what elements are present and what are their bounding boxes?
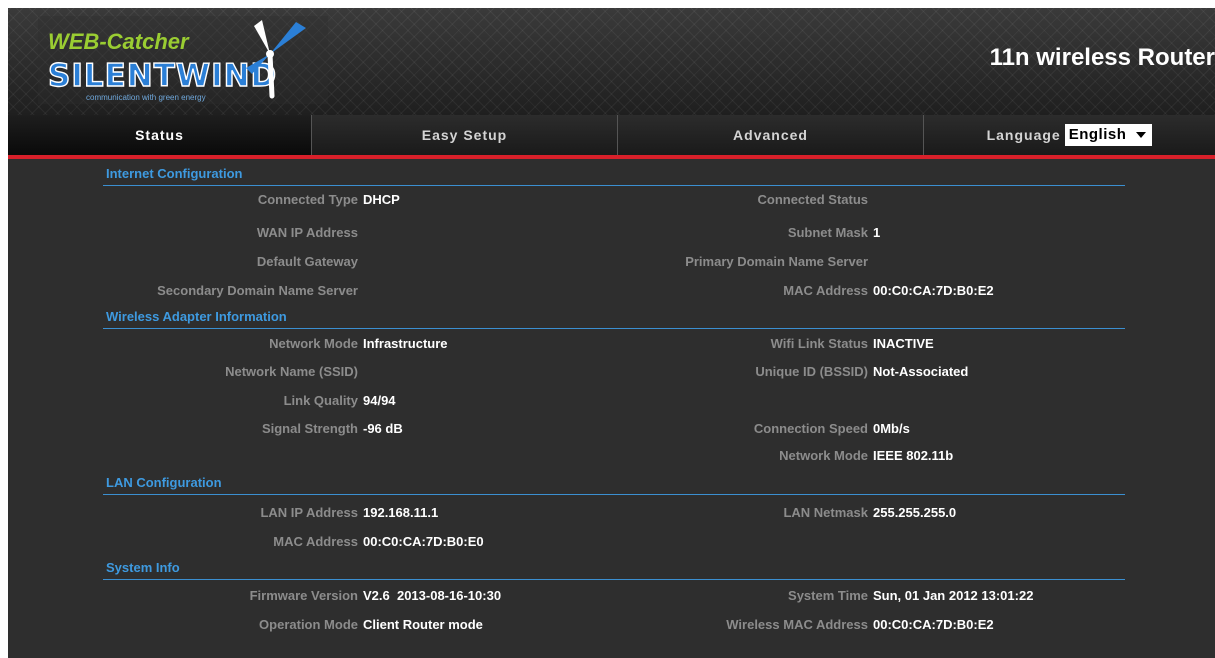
chevron-down-icon bbox=[1136, 132, 1147, 138]
label-network-mode: Network Mode bbox=[269, 336, 358, 351]
label-lan-netmask: LAN Netmask bbox=[783, 505, 868, 520]
label-network-mode-std: Network Mode bbox=[779, 448, 868, 463]
value-bssid: Not-Associated bbox=[873, 364, 969, 379]
language-selector: Language English bbox=[924, 115, 1215, 155]
router-title: 11n wireless Router bbox=[989, 44, 1215, 71]
value-system-time: Sun, 01 Jan 2012 13:01:22 bbox=[873, 588, 1034, 603]
section-header-wireless: Wireless Adapter Information bbox=[103, 306, 1125, 329]
label-connected-type: Connected Type bbox=[257, 192, 358, 207]
value-link-quality: 94/94 bbox=[363, 393, 396, 408]
row-firmware: Firmware Version V2.6 2013-08-16-10:30 S… bbox=[8, 588, 1215, 608]
label-connection-speed: Connection Speed bbox=[753, 421, 868, 436]
row-default-gateway: Default Gateway Primary Domain Name Serv… bbox=[8, 254, 1215, 274]
value-operation-mode: Client Router mode bbox=[363, 617, 483, 632]
logo-brand-main: SILENTWIND bbox=[48, 58, 277, 94]
section-title-lan: LAN Configuration bbox=[106, 475, 222, 490]
section-header-internet: Internet Configuration bbox=[103, 163, 1125, 186]
row-connected-type: Connected Type DHCP Connected Status bbox=[8, 192, 1215, 212]
section-header-system: System Info bbox=[103, 557, 1125, 580]
row-lan-ip: LAN IP Address 192.168.11.1 LAN Netmask … bbox=[8, 505, 1215, 525]
language-dropdown[interactable]: English bbox=[1064, 124, 1153, 146]
label-subnet-mask: Subnet Mask bbox=[787, 225, 868, 240]
value-subnet-mask: 1 bbox=[873, 225, 881, 240]
label-lan-mac: MAC Address bbox=[273, 534, 358, 549]
label-system-time: System Time bbox=[788, 588, 868, 603]
value-lan-netmask: 255.255.255.0 bbox=[873, 505, 957, 520]
value-wireless-mac: 00:C0:CA:7D:B0:E2 bbox=[873, 617, 994, 632]
label-wireless-mac: Wireless MAC Address bbox=[726, 617, 868, 632]
label-signal-strength: Signal Strength bbox=[261, 421, 358, 436]
section-title-internet: Internet Configuration bbox=[106, 166, 243, 181]
value-lan-ip: 192.168.11.1 bbox=[363, 505, 439, 520]
value-network-mode: Infrastructure bbox=[363, 336, 448, 351]
header: WEB-Catcher SILENTWIND communication wit… bbox=[8, 8, 1215, 115]
label-mac-address-wan: MAC Address bbox=[783, 283, 868, 298]
language-label: Language bbox=[986, 127, 1061, 143]
tab-advanced[interactable]: Advanced bbox=[618, 115, 924, 155]
value-connection-speed: 0Mb/s bbox=[873, 421, 910, 436]
section-title-system: System Info bbox=[106, 560, 180, 575]
main-nav: Status Easy Setup Advanced Language Engl… bbox=[8, 115, 1215, 159]
value-wifi-link-status: INACTIVE bbox=[873, 336, 934, 351]
section-title-wireless: Wireless Adapter Information bbox=[106, 309, 287, 324]
logo-brand-top: WEB-Catcher bbox=[48, 29, 190, 54]
value-connected-type: DHCP bbox=[363, 192, 400, 207]
label-connected-status: Connected Status bbox=[757, 192, 868, 207]
logo-tagline: communication with green energy bbox=[86, 93, 206, 102]
router-admin-page: WEB-Catcher SILENTWIND communication wit… bbox=[8, 8, 1215, 658]
section-header-lan: LAN Configuration bbox=[103, 472, 1125, 495]
row-network-mode: Network Mode Infrastructure Wifi Link St… bbox=[8, 336, 1215, 356]
row-wan-ip: WAN IP Address Subnet Mask 1 bbox=[8, 225, 1215, 245]
label-lan-ip: LAN IP Address bbox=[260, 505, 358, 520]
tab-easy-setup[interactable]: Easy Setup bbox=[312, 115, 618, 155]
row-ssid: Network Name (SSID) Unique ID (BSSID) No… bbox=[8, 364, 1215, 384]
row-secondary-dns: Secondary Domain Name Server MAC Address… bbox=[8, 283, 1215, 303]
language-selected-value: English bbox=[1068, 126, 1127, 143]
value-firmware: V2.6 2013-08-16-10:30 bbox=[363, 588, 502, 603]
row-operation-mode: Operation Mode Client Router mode Wirele… bbox=[8, 617, 1215, 637]
label-primary-dns: Primary Domain Name Server bbox=[685, 254, 868, 269]
label-bssid: Unique ID (BSSID) bbox=[755, 364, 868, 379]
row-lan-mac: MAC Address 00:C0:CA:7D:B0:E0 bbox=[8, 534, 1215, 554]
label-firmware: Firmware Version bbox=[249, 588, 358, 603]
value-lan-mac: 00:C0:CA:7D:B0:E0 bbox=[363, 534, 484, 549]
label-wifi-link-status: Wifi Link Status bbox=[770, 336, 868, 351]
row-signal-strength: Signal Strength -96 dB Connection Speed … bbox=[8, 421, 1215, 441]
label-secondary-dns: Secondary Domain Name Server bbox=[157, 283, 358, 298]
tab-status[interactable]: Status bbox=[8, 115, 312, 155]
value-network-mode-std: IEEE 802.11b bbox=[873, 448, 954, 463]
label-link-quality: Link Quality bbox=[283, 393, 358, 408]
label-operation-mode: Operation Mode bbox=[259, 617, 358, 632]
silentwind-logo: WEB-Catcher SILENTWIND communication wit… bbox=[38, 16, 328, 104]
row-network-mode-std: Network Mode IEEE 802.11b bbox=[8, 448, 1215, 468]
row-link-quality: Link Quality 94/94 bbox=[8, 393, 1215, 413]
value-mac-address-wan: 00:C0:CA:7D:B0:E2 bbox=[873, 283, 994, 298]
label-wan-ip: WAN IP Address bbox=[256, 225, 358, 240]
status-content: Internet Configuration Connected Type DH… bbox=[8, 159, 1215, 658]
value-signal-strength: -96 dB bbox=[363, 421, 403, 436]
label-default-gateway: Default Gateway bbox=[256, 254, 358, 269]
label-ssid: Network Name (SSID) bbox=[225, 364, 358, 379]
